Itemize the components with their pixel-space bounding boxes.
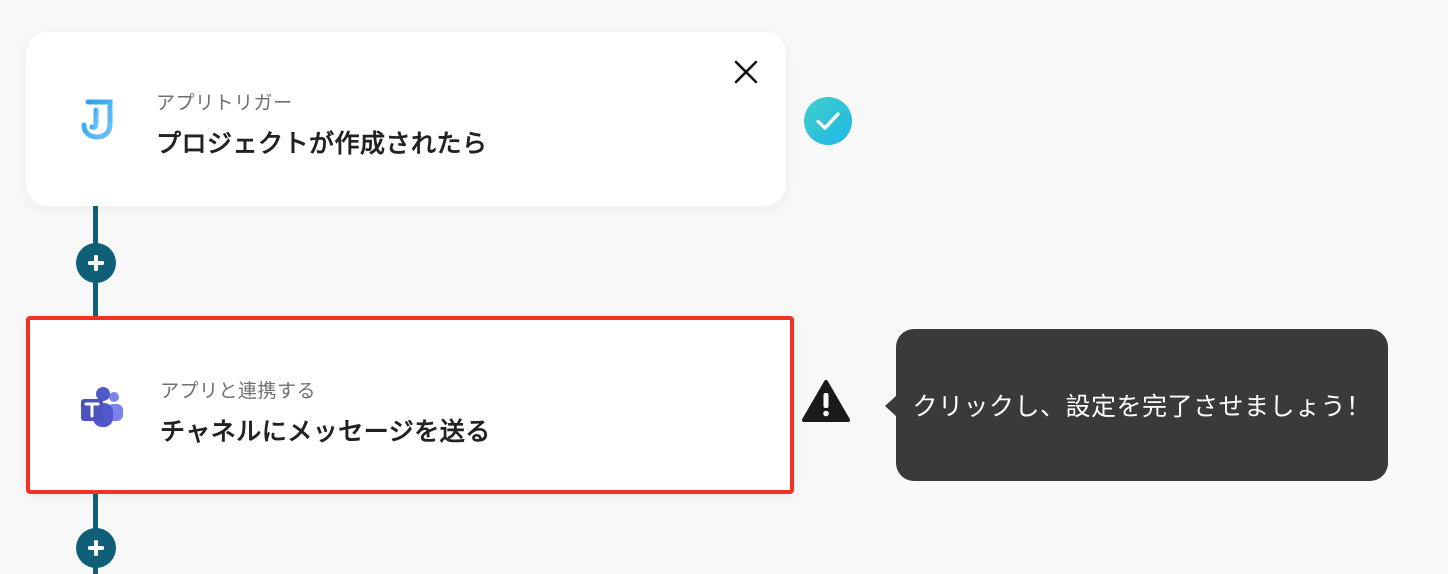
warning-triangle-icon [801,379,851,423]
close-icon[interactable] [732,58,760,86]
add-step-button-1[interactable] [76,243,116,283]
plus-icon [88,540,104,556]
add-step-button-2[interactable] [76,528,116,568]
trigger-step-subtitle: アプリトリガー [156,92,293,114]
jooto-icon [74,94,122,142]
tooltip-text: クリックし、設定を完了させましょう！ [912,392,1372,421]
action-step-card[interactable]: アプリと連携する チャネルにメッセージを送る [26,316,794,494]
action-step-subtitle: アプリと連携する [160,380,317,402]
setup-tooltip: クリックし、設定を完了させましょう！ [896,329,1388,481]
trigger-step-title: プロジェクトが作成されたら [156,129,488,158]
trigger-step-card[interactable]: アプリトリガー プロジェクトが作成されたら [26,32,786,206]
plus-icon [88,255,104,271]
microsoft-teams-icon [78,384,126,432]
check-circle-icon [804,97,852,145]
action-step-title: チャネルにメッセージを送る [160,417,491,446]
